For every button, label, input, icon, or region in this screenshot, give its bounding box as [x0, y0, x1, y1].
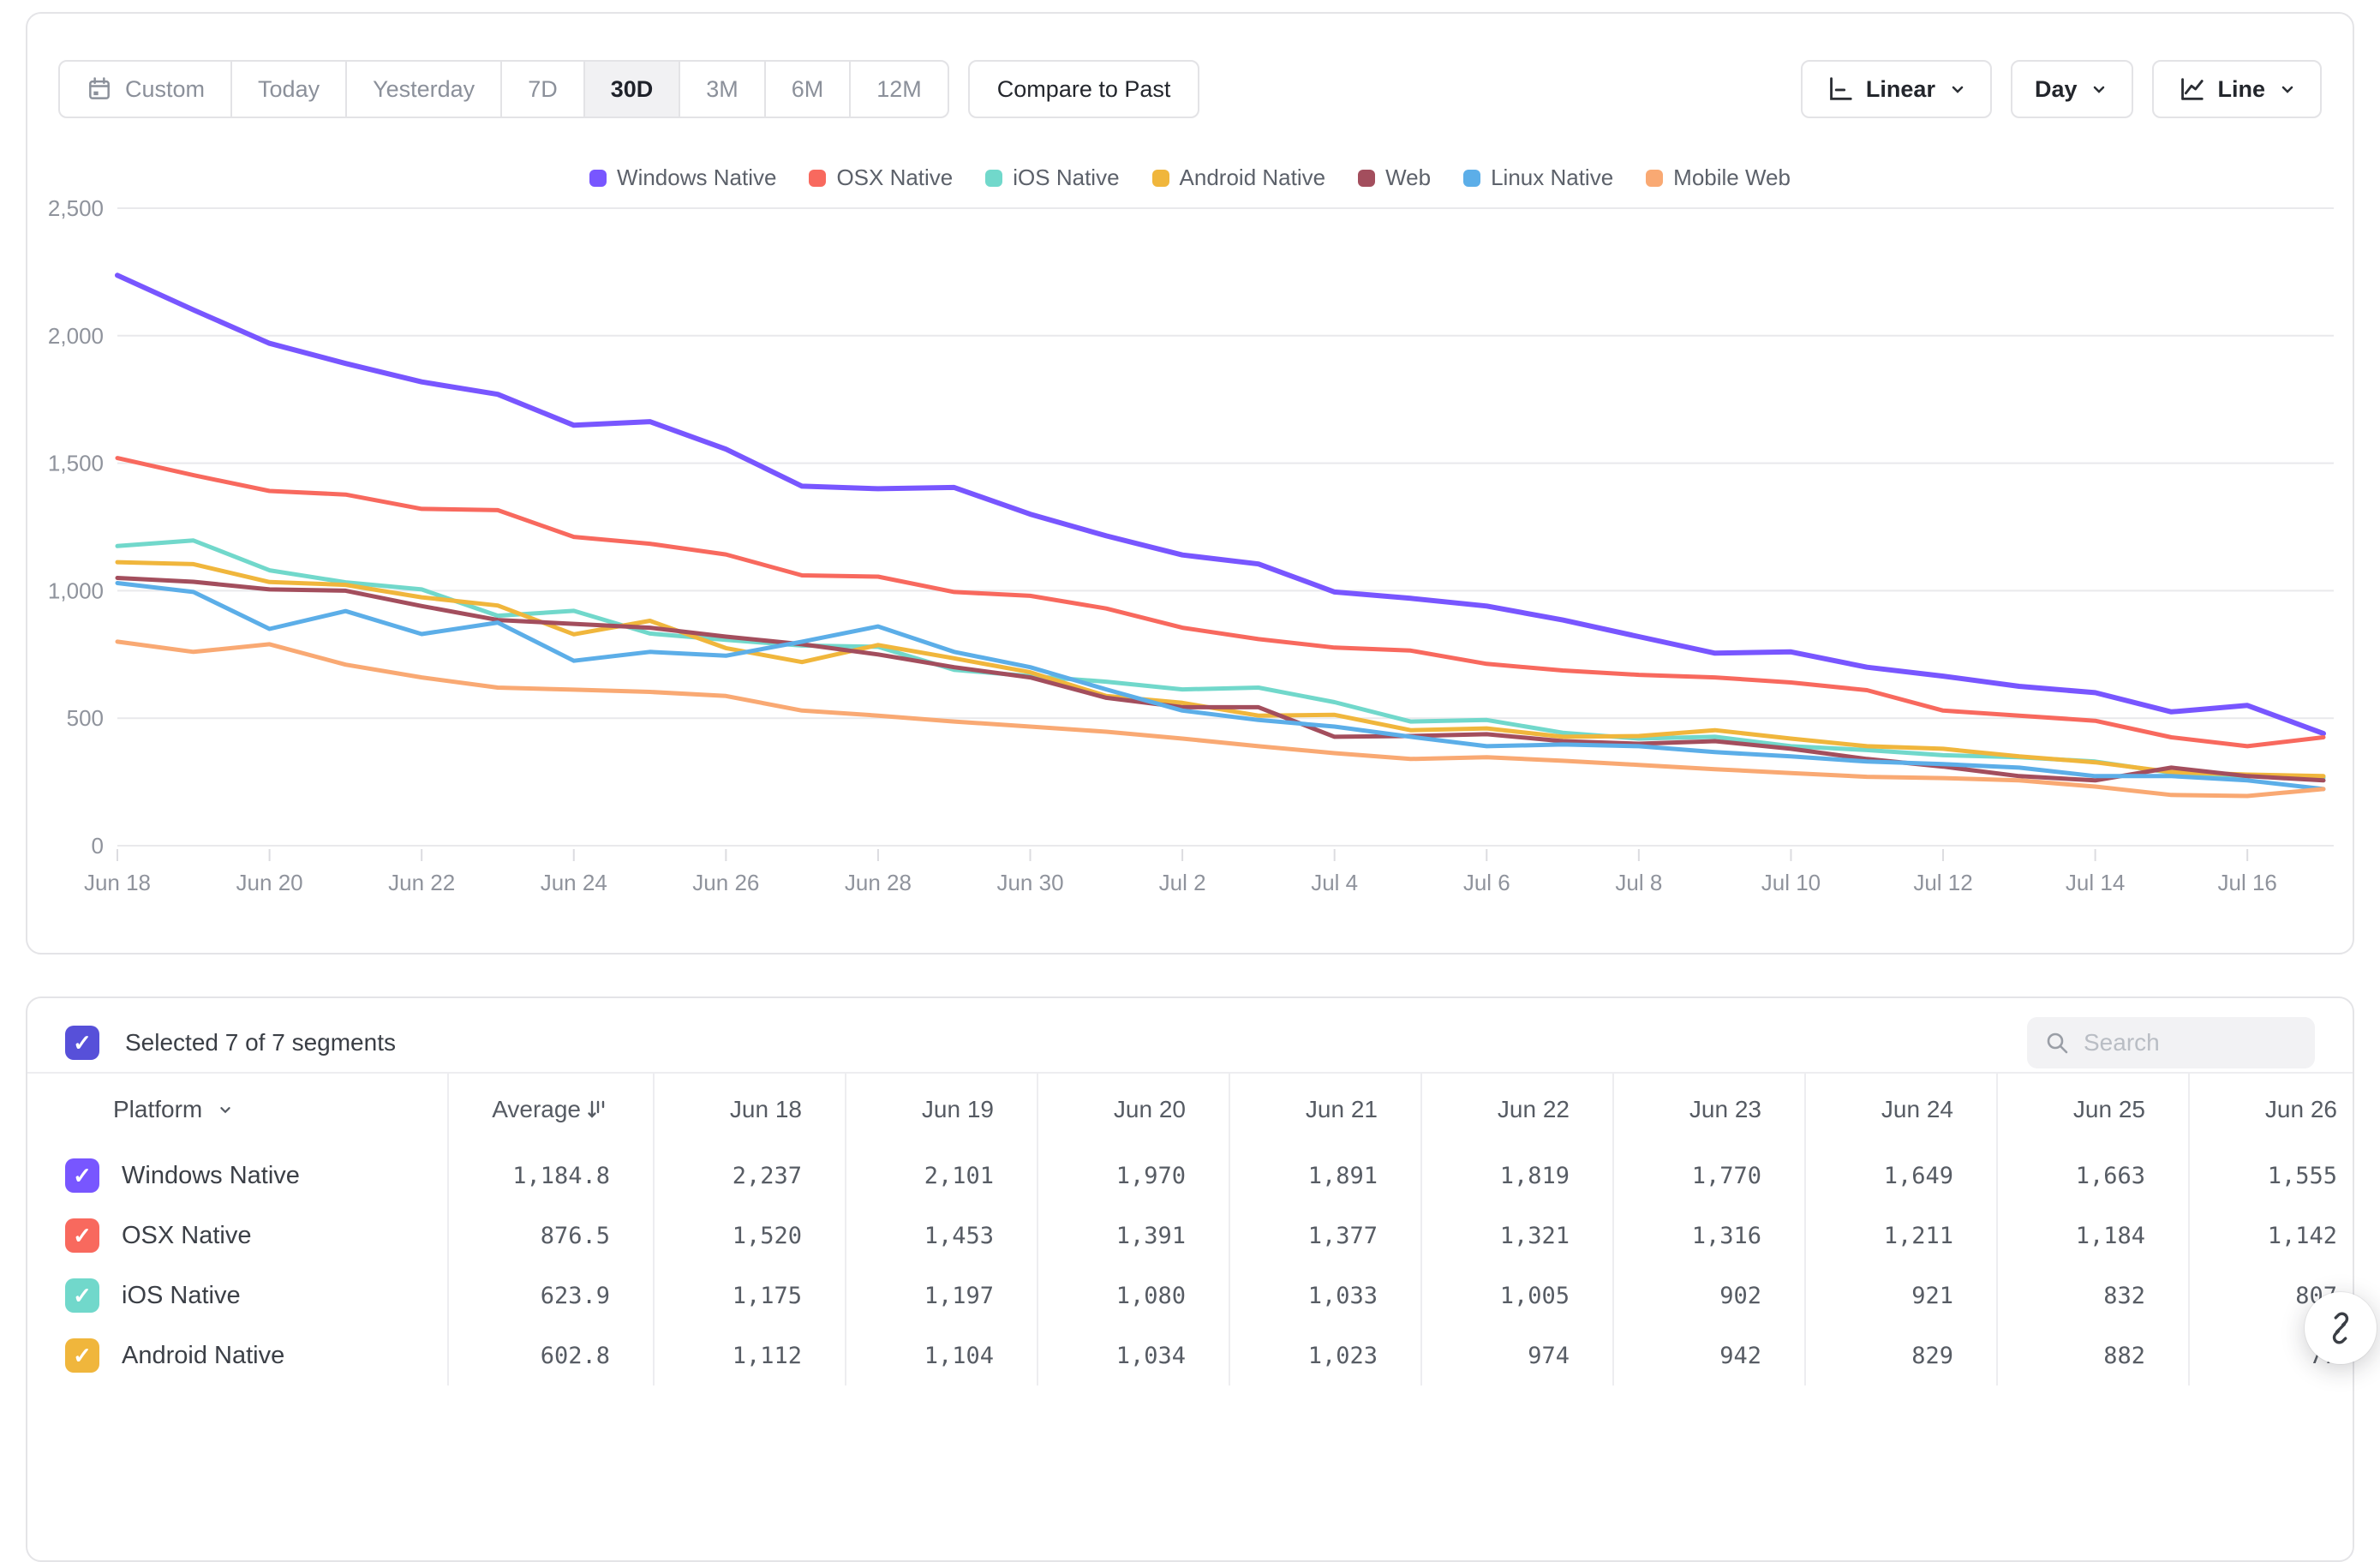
table-value-cell: 1,211: [1804, 1206, 1996, 1266]
table-value-cell: 1,033: [1229, 1266, 1420, 1326]
table-value-cell: 921: [1804, 1266, 1996, 1326]
svg-text:Jun 26: Jun 26: [692, 870, 759, 895]
segment-search-box[interactable]: [2027, 1017, 2315, 1068]
svg-text:0: 0: [92, 833, 104, 859]
column-header-date[interactable]: Jun 24: [1804, 1072, 1996, 1146]
svg-text:Jul 10: Jul 10: [1761, 870, 1821, 895]
segments-table: PlatformAverageJun 18Jun 19Jun 20Jun 21J…: [27, 1072, 2354, 1385]
chevron-down-icon: [216, 1100, 235, 1119]
table-value-cell: 1,321: [1420, 1206, 1612, 1266]
svg-text:1,000: 1,000: [48, 578, 104, 603]
svg-text:Jun 18: Jun 18: [84, 870, 151, 895]
svg-text:Jul 2: Jul 2: [1159, 870, 1206, 895]
svg-text:Jul 8: Jul 8: [1615, 870, 1662, 895]
sort-descending-icon: [584, 1097, 610, 1122]
table-value-cell: 1,891: [1229, 1146, 1420, 1206]
svg-text:Jul 6: Jul 6: [1463, 870, 1510, 895]
table-value-cell: 1,970: [1037, 1146, 1229, 1206]
table-value-cell: 1,034: [1037, 1326, 1229, 1385]
search-input[interactable]: [2084, 1029, 2298, 1056]
table-value-cell: 1,142: [2188, 1206, 2354, 1266]
table-value-cell: 829: [1804, 1326, 1996, 1385]
table-value-cell: 876.5: [447, 1206, 653, 1266]
column-header-date[interactable]: Jun 26: [2188, 1072, 2354, 1146]
column-header-date[interactable]: Jun 22: [1420, 1072, 1612, 1146]
table-value-cell: 1,316: [1612, 1206, 1804, 1266]
table-value-cell: 1,184.8: [447, 1146, 653, 1206]
table-value-cell: 974: [1420, 1326, 1612, 1385]
svg-text:2,500: 2,500: [48, 195, 104, 221]
table-value-cell: 2,237: [653, 1146, 845, 1206]
share-link-button[interactable]: [2305, 1292, 2377, 1364]
column-header-date[interactable]: Jun 20: [1037, 1072, 1229, 1146]
table-value-cell: 1,023: [1229, 1326, 1420, 1385]
column-header-date[interactable]: Jun 23: [1612, 1072, 1804, 1146]
svg-text:Jul 16: Jul 16: [2218, 870, 2277, 895]
table-value-cell: 1,175: [653, 1266, 845, 1326]
table-value-cell: 623.9: [447, 1266, 653, 1326]
svg-text:Jul 14: Jul 14: [2066, 870, 2125, 895]
table-value-cell: 882: [1996, 1326, 2188, 1385]
column-header-average[interactable]: Average: [447, 1072, 653, 1146]
table-row-label[interactable]: ✓iOS Native: [27, 1266, 447, 1326]
segment-checkbox[interactable]: ✓: [65, 1338, 99, 1373]
column-header-date[interactable]: Jun 19: [845, 1072, 1037, 1146]
column-header-date[interactable]: Jun 18: [653, 1072, 845, 1146]
column-header-date[interactable]: Jun 25: [1996, 1072, 2188, 1146]
svg-text:2,000: 2,000: [48, 323, 104, 349]
svg-text:Jun 24: Jun 24: [541, 870, 607, 895]
svg-text:Jun 30: Jun 30: [996, 870, 1063, 895]
table-value-cell: 1,184: [1996, 1206, 2188, 1266]
table-value-cell: 1,520: [653, 1206, 845, 1266]
select-all-checkbox[interactable]: ✓: [65, 1026, 99, 1060]
table-value-cell: 1,005: [1420, 1266, 1612, 1326]
table-value-cell: 2,101: [845, 1146, 1037, 1206]
table-value-cell: 1,649: [1804, 1146, 1996, 1206]
svg-text:Jun 22: Jun 22: [388, 870, 455, 895]
segment-checkbox[interactable]: ✓: [65, 1158, 99, 1193]
table-row-label[interactable]: ✓Windows Native: [27, 1146, 447, 1206]
table-value-cell: 1,104: [845, 1326, 1037, 1385]
link-icon: [2324, 1312, 2357, 1344]
line-chart[interactable]: 0 500 1,000 1,500 2,000 2,500 Jun 18 Jun 20 Jun …: [27, 14, 2353, 953]
table-value-cell: 1,453: [845, 1206, 1037, 1266]
segments-table-card: ✓ Selected 7 of 7 segments PlatformAvera…: [26, 996, 2354, 1562]
table-value-cell: 832: [1996, 1266, 2188, 1326]
table-value-cell: 1,555: [2188, 1146, 2354, 1206]
table-value-cell: 1,391: [1037, 1206, 1229, 1266]
svg-text:Jun 28: Jun 28: [845, 870, 912, 895]
table-value-cell: 1,819: [1420, 1146, 1612, 1206]
table-row-label[interactable]: ✓Android Native: [27, 1326, 447, 1385]
segments-header-bar: ✓ Selected 7 of 7 segments: [65, 1015, 2315, 1070]
table-value-cell: 1,377: [1229, 1206, 1420, 1266]
table-value-cell: 1,197: [845, 1266, 1037, 1326]
table-row-label[interactable]: ✓OSX Native: [27, 1206, 447, 1266]
table-value-cell: 1,080: [1037, 1266, 1229, 1326]
table-value-cell: 1,663: [1996, 1146, 2188, 1206]
segment-checkbox[interactable]: ✓: [65, 1218, 99, 1253]
table-value-cell: 942: [1612, 1326, 1804, 1385]
svg-text:Jun 20: Jun 20: [236, 870, 303, 895]
segment-checkbox[interactable]: ✓: [65, 1278, 99, 1313]
search-icon: [2044, 1030, 2070, 1056]
svg-text:Jul 12: Jul 12: [1913, 870, 1972, 895]
svg-text:500: 500: [67, 705, 104, 731]
table-value-cell: 902: [1612, 1266, 1804, 1326]
column-header-date[interactable]: Jun 21: [1229, 1072, 1420, 1146]
table-value-cell: 1,770: [1612, 1146, 1804, 1206]
table-value-cell: 1,112: [653, 1326, 845, 1385]
column-header-platform[interactable]: Platform: [27, 1072, 447, 1146]
svg-text:Jul 4: Jul 4: [1311, 870, 1358, 895]
selected-segments-text: Selected 7 of 7 segments: [125, 1029, 396, 1056]
svg-text:1,500: 1,500: [48, 451, 104, 476]
table-value-cell: 602.8: [447, 1326, 653, 1385]
insights-chart-card: CustomTodayYesterday7D30D3M6M12M Compare…: [26, 12, 2354, 955]
